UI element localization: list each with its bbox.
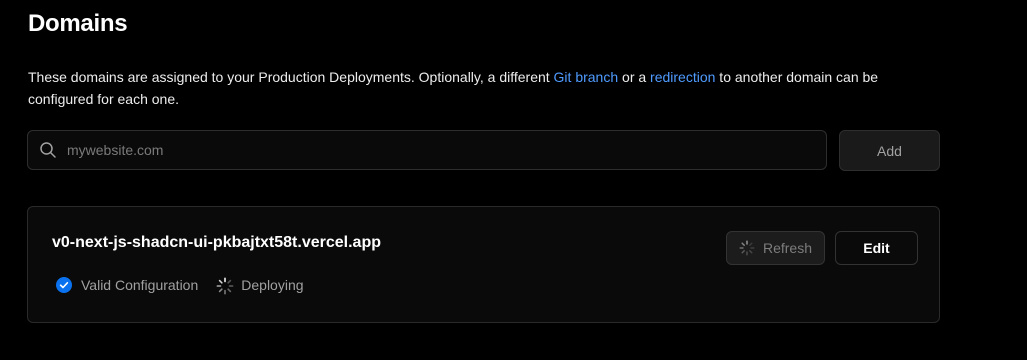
check-circle-icon: [56, 277, 72, 293]
page-title: Domains: [28, 10, 128, 37]
status-deploying: Deploying: [216, 276, 304, 295]
spinner-icon: [216, 276, 234, 295]
domain-status-row: Valid Configuration Deploying: [55, 276, 304, 295]
status-deploying-label: Deploying: [241, 277, 304, 293]
status-valid-configuration: Valid Configuration: [55, 277, 198, 293]
git-branch-link[interactable]: Git branch: [554, 69, 619, 85]
edit-button[interactable]: Edit: [835, 231, 918, 265]
description-text-2: or a: [618, 69, 651, 85]
domain-input[interactable]: [67, 131, 826, 169]
refresh-label: Refresh: [762, 240, 813, 256]
status-valid-label: Valid Configuration: [81, 277, 199, 293]
page-description: These domains are assigned to your Produ…: [28, 66, 928, 110]
add-domain-button[interactable]: Add: [839, 130, 940, 171]
domain-search-box[interactable]: [27, 130, 827, 170]
domain-card: v0-next-js-shadcn-ui-pkbajtxt58t.vercel.…: [27, 206, 940, 323]
spinner-icon: [739, 240, 755, 256]
domain-name[interactable]: v0-next-js-shadcn-ui-pkbajtxt58t.vercel.…: [52, 234, 381, 252]
description-text-1: These domains are assigned to your Produ…: [28, 69, 554, 85]
refresh-button[interactable]: Refresh: [726, 231, 825, 265]
search-icon: [39, 141, 57, 159]
redirection-link[interactable]: redirection: [650, 69, 715, 85]
